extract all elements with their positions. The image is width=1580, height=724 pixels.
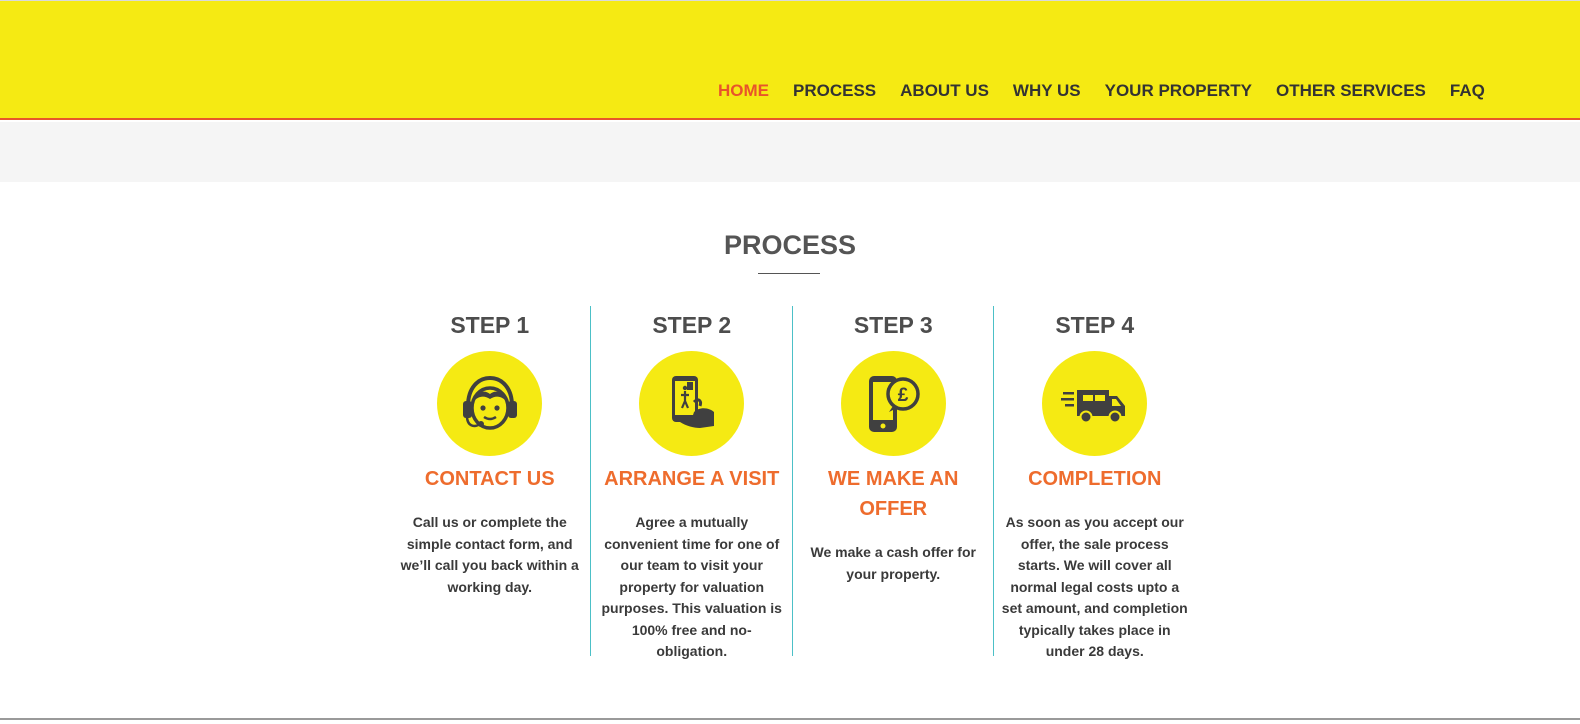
svg-text:£: £ — [898, 385, 909, 406]
nav-item-process[interactable]: PROCESS — [793, 81, 876, 101]
step-icon-circle — [1042, 351, 1148, 456]
step-label: STEP 2 — [652, 312, 732, 338]
phone-pound-offer-icon: £ — [869, 375, 920, 432]
step-title: COMPLETION — [1028, 468, 1162, 490]
page-bottom-divider — [0, 718, 1580, 720]
title-underline — [758, 273, 820, 274]
step-2: STEP 2 ARRANGE A VISIT Agree a mutually … — [590, 306, 792, 659]
step-3: STEP 3 £ WE MAKE AN OFFER We make a cash… — [791, 306, 994, 656]
delivery-van-icon — [1060, 389, 1125, 423]
nav-item-faq[interactable]: FAQ — [1450, 81, 1485, 101]
step-description: We make a cash offer for your property. — [810, 544, 976, 582]
step-label: STEP 3 — [853, 312, 933, 338]
step-label: STEP 4 — [1055, 312, 1135, 338]
step-icon-circle: £ — [840, 351, 946, 456]
nav-item-your-property[interactable]: YOUR PROPERTY — [1105, 81, 1252, 101]
nav-item-about-us[interactable]: ABOUT US — [900, 81, 989, 101]
step-title: ARRANGE A VISIT — [604, 468, 780, 490]
process-steps: STEP 1 CONTACT US Call us or complete th… — [389, 306, 1195, 659]
step-description: Call us or complete the simple contact f… — [400, 514, 579, 595]
step-description: As soon as you accept our offer, the sal… — [1001, 514, 1188, 659]
main-nav: HOME PROCESS ABOUT US WHY US YOUR PROPER… — [718, 81, 1509, 101]
section-title: PROCESS — [723, 230, 857, 260]
step-label: STEP 1 — [450, 312, 530, 338]
phone-in-hand-icon — [671, 375, 714, 428]
step-icon-circle — [639, 351, 745, 456]
step-title: WE MAKE AN OFFER — [828, 468, 959, 520]
site-header: HOME PROCESS ABOUT US WHY US YOUR PROPER… — [0, 0, 1580, 120]
nav-item-other-services[interactable]: OTHER SERVICES — [1276, 81, 1426, 101]
step-1: STEP 1 CONTACT US Call us or complete th… — [389, 306, 590, 656]
step-icon-circle — [437, 351, 543, 456]
step-title: CONTACT US — [424, 468, 555, 490]
step-4: STEP 4 COMPLETION As soon as you accept … — [993, 306, 1195, 659]
step-description: Agree a mutually convenient time for one… — [601, 514, 782, 659]
nav-item-home[interactable]: HOME — [718, 81, 769, 101]
nav-item-why-us[interactable]: WHY US — [1013, 81, 1081, 101]
sub-header-band — [0, 122, 1580, 182]
headset-person-icon — [462, 375, 517, 430]
